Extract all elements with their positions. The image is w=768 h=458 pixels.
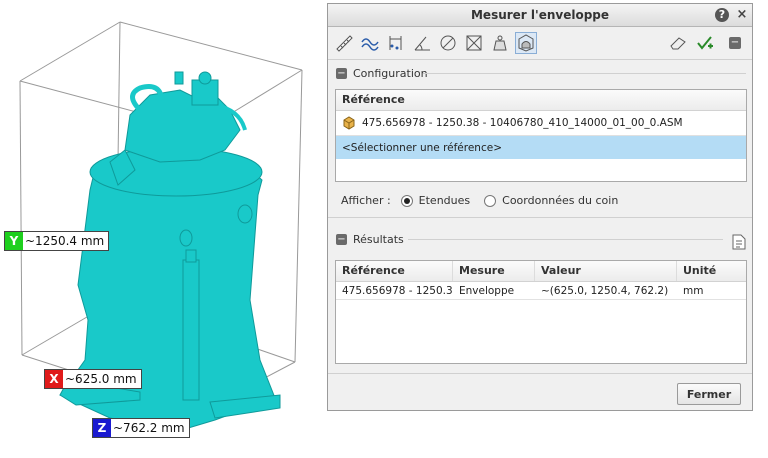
help-icon[interactable]: ? [715,8,729,22]
diameter-icon[interactable] [437,32,459,54]
model-viewport[interactable]: Y ~1250.4 mm X ~625.0 mm Z ~762.2 mm [0,0,326,458]
display-label: Afficher : [341,194,391,207]
results-table: Référence Mesure Valeur Unité 475.656978… [335,260,747,364]
results-section-header[interactable]: − Résultats [336,233,404,246]
y-dimension-value: ~1250.4 mm [25,234,105,248]
footer-separator [328,373,752,374]
select-reference-text: <Sélectionner une référence> [342,141,502,154]
radio-etendues-label[interactable]: Etendues [419,194,470,207]
configuration-section-header[interactable]: − Configuration [336,67,428,80]
results-row[interactable]: 475.656978 - 1250.3... Enveloppe ~(625.0… [336,282,746,300]
y-axis-badge: Y [5,232,23,250]
x-dimension-value: ~625.0 mm [65,372,137,386]
curve-length-icon[interactable] [359,32,381,54]
column-header-mesure: Mesure [453,261,535,281]
radio-etendues[interactable] [400,194,413,207]
column-header-reference: Référence [342,93,405,106]
close-icon[interactable]: × [735,8,749,22]
configuration-label: Configuration [353,67,428,80]
collapse-toolbar-icon[interactable]: − [724,32,746,54]
save-measure-icon[interactable] [694,32,716,54]
angle-icon[interactable] [411,32,433,54]
radio-coordonnees-label[interactable]: Coordonnées du coin [502,194,618,207]
column-header-valeur: Valeur [535,261,677,281]
result-mesure: Enveloppe [459,284,515,297]
reference-row[interactable]: 475.656978 - 1250.38 - 10406780_410_1400… [336,111,746,135]
results-divider [408,239,723,240]
column-header-reference: Référence [336,261,453,281]
bounding-box-graphic [19,21,303,433]
result-valeur: ~(625.0, 1250.4, 762.2) [541,284,669,297]
collapse-icon[interactable]: − [336,68,347,79]
z-dimension-label: Z ~762.2 mm [92,418,190,438]
dialog-titlebar[interactable]: Mesurer l'enveloppe ? × [328,4,752,27]
collapse-results-icon[interactable]: − [336,234,347,245]
x-axis-badge: X [45,370,63,388]
close-button[interactable]: Fermer [677,383,741,405]
display-options: Afficher : Etendues Coordonnées du coin [341,194,632,207]
part-cube-icon [343,116,355,130]
dialog-title: Mesurer l'enveloppe [470,8,610,22]
ruler-icon[interactable] [333,32,355,54]
result-reference: 475.656978 - 1250.3... [342,284,453,297]
bounding-box-icon[interactable] [515,32,537,54]
y-dimension-label: Y ~1250.4 mm [4,231,110,251]
select-reference-row[interactable]: <Sélectionner une référence> [336,135,746,159]
section-divider [423,73,746,74]
measure-envelope-dialog: Mesurer l'enveloppe ? × − − Configuratio… [327,3,753,411]
reference-table: Référence 475.656978 - 1250.38 - 1040678… [335,89,747,182]
volume-icon[interactable] [489,32,511,54]
results-table-header: Référence Mesure Valeur Unité [336,261,746,282]
z-dimension-value: ~762.2 mm [113,421,185,435]
measure-toolbar: − [328,27,752,60]
distance-icon[interactable] [385,32,407,54]
column-header-unite: Unité [683,264,717,277]
area-icon[interactable] [463,32,485,54]
report-icon[interactable] [732,234,746,250]
radio-coordonnees[interactable] [484,194,497,207]
z-axis-badge: Z [93,419,111,437]
reference-text: 475.656978 - 1250.38 - 10406780_410_1400… [362,117,683,129]
eraser-icon[interactable] [667,32,689,54]
result-unite: mm [683,284,704,297]
reference-table-header: Référence [336,90,746,111]
section-separator [328,217,752,218]
x-dimension-label: X ~625.0 mm [44,369,142,389]
results-label: Résultats [353,233,404,246]
